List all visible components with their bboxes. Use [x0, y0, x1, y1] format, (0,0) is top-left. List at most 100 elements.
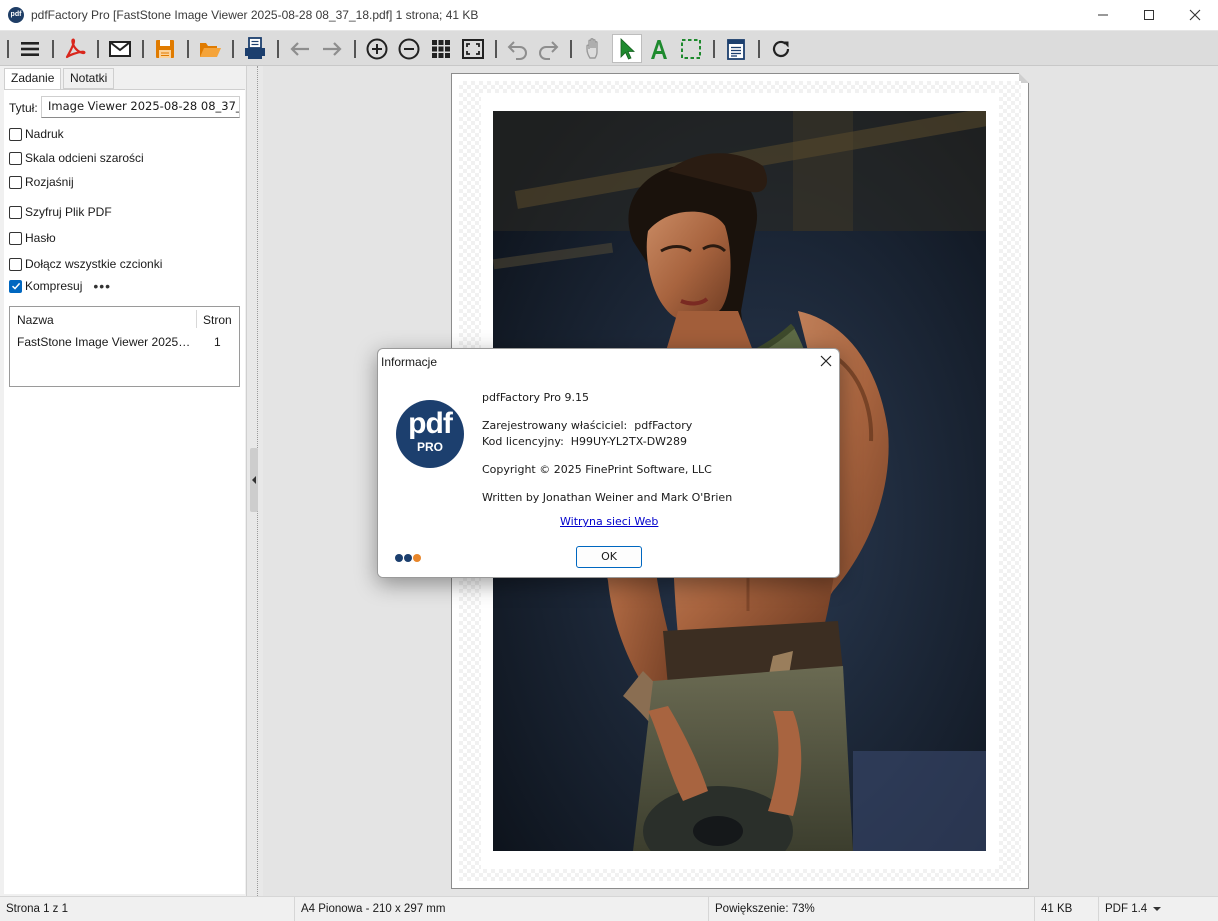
collapse-panel-button[interactable] — [250, 448, 258, 512]
selection-rect-icon — [681, 38, 701, 59]
title-bar: pdf pdfFactory Pro [FastStone Image View… — [0, 0, 1218, 31]
chevron-down-icon — [1153, 907, 1162, 911]
toolbar-separator — [354, 40, 356, 58]
select-arrow-icon — [620, 37, 635, 60]
zoom-out-icon — [398, 38, 420, 59]
tab-zadanie[interactable]: Zadanie — [4, 68, 62, 90]
option-password[interactable]: Hasło — [9, 230, 56, 246]
acrobat-button[interactable] — [60, 34, 90, 63]
column-divider[interactable] — [196, 310, 197, 328]
file-list-row[interactable]: FastStone Image Viewer 2025-08-28 08_37_… — [10, 334, 239, 352]
pdf-acrobat-icon — [65, 38, 86, 58]
toolbar-separator — [570, 40, 572, 58]
status-file-size: 41 KB — [1034, 897, 1098, 921]
title-input[interactable]: Image Viewer 2025-08-28 08_37_18 — [41, 96, 240, 118]
checkmark-icon — [11, 282, 20, 290]
email-icon — [109, 40, 131, 57]
file-list-header: Nazwa Stron — [10, 307, 239, 331]
title-label: Tytuł: — [9, 101, 38, 115]
close-window-button[interactable] — [1172, 0, 1218, 31]
compress-options-button[interactable]: ••• — [93, 279, 111, 293]
back-arrow-icon — [290, 41, 309, 56]
encrypt-checkbox[interactable] — [9, 205, 22, 219]
encrypt-label: Szyfruj Plik PDF — [25, 205, 112, 219]
embed-fonts-label: Dołącz wszystkie czcionki — [25, 257, 163, 271]
text-tool-button[interactable] — [644, 34, 674, 63]
product-version: pdfFactory Pro 9.15 — [482, 391, 589, 404]
toolbar-separator — [52, 40, 54, 58]
password-label: Hasło — [25, 231, 56, 245]
pdf-version-dropdown[interactable]: PDF 1.4 — [1098, 897, 1218, 921]
column-header-pages[interactable]: Stron — [203, 313, 232, 327]
minimize-button[interactable] — [1080, 0, 1126, 31]
dialog-body: pdf PRO pdfFactory Pro 9.15 Zarejestrowa… — [378, 374, 839, 577]
website-link[interactable]: Witryna sieci Web — [560, 515, 658, 528]
redo-button[interactable] — [533, 34, 563, 63]
lighten-label: Rozjaśnij — [25, 175, 74, 189]
toolbar-separator — [713, 40, 715, 58]
zoom-in-icon — [366, 38, 388, 59]
undo-icon — [507, 40, 527, 60]
option-embed-fonts[interactable]: Dołącz wszystkie czcionki — [9, 256, 162, 272]
password-checkbox[interactable] — [9, 231, 22, 245]
option-grayscale[interactable]: Skala odcieni szarości — [9, 150, 144, 166]
status-paper-size: A4 Pionowa - 210 x 297 mm — [294, 897, 708, 921]
file-name-cell: FastStone Image Viewer 2025-08-28 08_37_… — [17, 335, 191, 349]
license-code: Kod licencyjny: H99UY-YL2TX-DW289 — [482, 435, 688, 448]
redo-icon — [539, 40, 559, 60]
option-lighten[interactable]: Rozjaśnij — [9, 174, 74, 190]
zoom-out-button[interactable] — [394, 34, 424, 63]
undo-button[interactable] — [503, 34, 533, 63]
embed-fonts-checkbox[interactable] — [9, 257, 22, 271]
toolbar-separator — [97, 40, 99, 58]
thumbnails-grid-icon — [432, 39, 450, 58]
forward-button[interactable] — [317, 34, 347, 63]
toolbar-separator — [758, 40, 760, 58]
status-page: Strona 1 z 1 — [6, 903, 69, 915]
column-header-name[interactable]: Nazwa — [17, 313, 54, 327]
email-button[interactable] — [105, 34, 135, 63]
brand-dot — [395, 554, 403, 562]
minimize-icon — [1098, 14, 1108, 16]
option-nadruk[interactable]: Nadruk — [9, 126, 64, 142]
nadruk-checkbox[interactable] — [9, 127, 22, 141]
option-encrypt[interactable]: Szyfruj Plik PDF — [9, 204, 112, 220]
compress-checkbox[interactable] — [9, 279, 22, 293]
fit-page-icon — [462, 38, 484, 59]
registered-owner: Zarejestrowany właściciel: pdfFactory — [482, 419, 693, 432]
menu-button[interactable] — [15, 34, 45, 63]
tab-notatki[interactable]: Notatki — [63, 68, 115, 89]
back-button[interactable] — [285, 34, 315, 63]
dialog-close-button[interactable] — [818, 353, 834, 369]
ok-button[interactable]: OK — [576, 546, 642, 568]
hand-tool-button[interactable] — [580, 34, 610, 63]
thumbnails-button[interactable] — [426, 34, 456, 63]
select-tool-button[interactable] — [612, 34, 642, 63]
fit-page-button[interactable] — [458, 34, 488, 63]
grayscale-checkbox[interactable] — [9, 151, 22, 165]
authors-text: Written by Jonathan Weiner and Mark O'Br… — [482, 491, 733, 504]
menu-icon — [21, 41, 39, 56]
dialog-title: Informacje — [381, 355, 438, 369]
option-compress[interactable]: Kompresuj ••• — [9, 278, 111, 294]
nadruk-label: Nadruk — [25, 127, 64, 141]
about-dialog: Informacje pdf PRO pdfFactory Pro 9.15 Z… — [377, 348, 840, 578]
maximize-button[interactable] — [1126, 0, 1172, 31]
print-icon — [245, 36, 265, 59]
toolbar-separator — [7, 40, 9, 58]
status-bar: Strona 1 z 1 A4 Pionowa - 210 x 297 mm P… — [0, 896, 1218, 921]
refresh-button[interactable] — [766, 34, 796, 63]
chevron-left-icon — [252, 476, 256, 484]
lighten-checkbox[interactable] — [9, 175, 22, 189]
document-notes-button[interactable] — [721, 34, 751, 63]
save-button[interactable] — [150, 34, 180, 63]
selection-rect-button[interactable] — [676, 34, 706, 63]
pdf-version-label: PDF 1.4 — [1105, 903, 1148, 915]
print-button[interactable] — [240, 34, 270, 63]
app-logo-icon: pdf — [8, 7, 24, 23]
panel-splitter[interactable] — [247, 66, 263, 896]
close-icon — [1189, 9, 1201, 21]
zoom-in-button[interactable] — [362, 34, 392, 63]
job-panel: Zadanie Notatki Tytuł: Image Viewer 2025… — [0, 66, 247, 896]
open-button[interactable] — [195, 34, 225, 63]
